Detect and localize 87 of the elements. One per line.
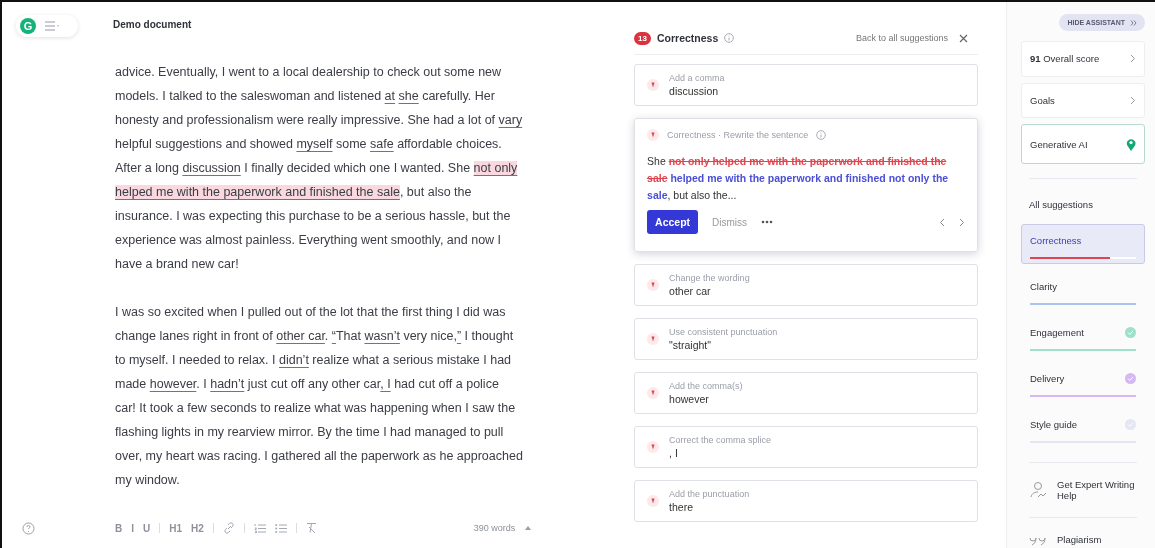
category-item[interactable]: Correctness [1021,224,1145,264]
panel-title: Correctness [657,32,719,44]
all-suggestions-link[interactable]: All suggestions [1021,193,1145,218]
document-title: Demo document [113,18,192,30]
alert-icon [647,333,660,345]
info-icon[interactable] [816,130,827,140]
alert-icon [647,495,660,507]
suggestion-card[interactable]: Use consistent punctuation "straight" [634,318,978,360]
text-line: advice. Eventually, I went to a local dealership to check out some new [115,64,503,81]
text-line: helped me with the paperwork and finished the sale, but also the [115,184,473,201]
text-line: made however. I hadn’t just cut off any other car, I had cut off a police [115,376,500,393]
suggestion-card[interactable]: Correctness · Rewrite the sentence She not only helped me with the paperwork and finished the sale helped me with the paperwork and finished not only the sale, but also the... Accept Dismiss [634,118,978,252]
sidebar-card[interactable]: Generative AI [1021,124,1145,164]
category-item[interactable]: Delivery [1021,362,1145,402]
suggestion-text: there [669,501,694,513]
suggestion-label: Change the wording [669,273,750,283]
suggestion-card[interactable]: Change the wording other car [634,264,978,306]
alert-icon [647,441,660,453]
next-icon[interactable] [959,217,965,227]
text-line: After a long discussion I finally decided which one I wanted. She not only [115,160,519,177]
text-line: have a brand new car! [115,256,240,273]
suggestion-label: Correct the comma splice [669,435,772,445]
text-line: flashing lights in my rearview mirror. By the time I had managed to pull [115,424,505,441]
category-item[interactable]: Clarity [1021,270,1145,310]
suggestion-text: discussion [669,85,720,97]
chevron-icon [1130,96,1136,106]
text-line: change lanes right in front of other car. “That wasn’t very nice,” I thought [115,328,515,345]
suggestion-text: however [669,393,710,405]
suggestion-card[interactable]: Add a comma discussion [634,64,978,106]
menu-icon[interactable] [44,20,60,32]
suggestion-label: Add the comma(s) [669,381,743,391]
rewrite-preview: She not only helped me with the paperwork and finished the sale helped me with the paperwork and finished not only the sale, but also the... [647,154,950,203]
help-icon[interactable] [22,521,35,535]
alert-icon [647,79,660,91]
text-line: to myself. I needed to relax. I didn’t realize what a serious mistake I had [115,352,513,369]
alert-icon [647,279,660,291]
text-line: helpful suggestions and showed myself some safe affordable choices. [115,136,503,153]
suggestion-label: Add the punctuation [669,489,750,499]
category-name: Correctness [1030,235,1082,247]
card-label: Generative AI [1030,138,1088,150]
card-label: Goals [1030,95,1055,107]
numbered-list-icon[interactable] [253,522,266,534]
close-icon[interactable] [959,33,968,43]
alert-icon [647,387,660,399]
back-link[interactable]: Back to all suggestions [855,33,948,43]
text-line: experience was almost painless. Everything went smoothly, and now I [115,232,503,249]
caret-icon[interactable] [525,526,532,530]
chevron-icon [1130,54,1136,64]
category-name: Style guide [1030,419,1077,431]
double-chevron-icon [1130,20,1137,27]
card-label: 91 Overall score [1030,53,1100,65]
suggestion-text: "straight" [669,339,712,351]
sidebar-card[interactable]: Goals [1021,82,1145,119]
sidebar-card[interactable]: 91 Overall score [1021,41,1145,77]
suggestion-card[interactable]: Add the punctuation there [634,480,978,522]
more-icon[interactable] [761,220,774,224]
suggestion-text: other car [669,285,712,297]
suggestion-card[interactable]: Correct the comma splice , I [634,426,978,468]
text-line: honesty and professionalism were really impressive. She had a lot of vary [115,112,524,129]
suggestion-label: Correctness · Rewrite the sentence [667,130,809,140]
category-item[interactable]: Engagement [1021,316,1145,356]
suggestion-label: Add a comma [669,73,725,83]
suggestion-card[interactable]: Add the comma(s) however [634,372,978,414]
count-badge: 13 [634,31,651,45]
previous-icon[interactable] [939,217,945,227]
bullet-list-icon[interactable] [274,522,287,534]
plagiarism-link[interactable]: Plagiarism [1057,534,1137,546]
pin-icon [1126,137,1136,151]
category-item[interactable]: Style guide [1021,408,1145,448]
accept-button[interactable]: Accept [647,210,699,234]
alert-icon [647,129,660,141]
category-name: Engagement [1030,327,1084,339]
person-icon [1029,481,1047,499]
info-icon[interactable] [724,33,735,43]
suggestion-label: Use consistent punctuation [669,327,778,337]
text-line: insurance. I was expecting this purchase to be a serious hassle, but the [115,208,512,225]
suggestion-text: , I [669,447,679,459]
category-name: Delivery [1030,373,1065,385]
link-icon[interactable] [222,522,235,534]
text-line: models. I talked to the saleswoman and listened at she carefully. Her [115,88,496,105]
clear-format-icon[interactable] [305,522,318,534]
category-name: Clarity [1030,281,1057,293]
text-line: I was so excited when I pulled out of the lot that the first thing I did was [115,304,507,321]
text-line: my window. [115,472,181,489]
text-line: over, my heart was racing. I gathered all the paperwork as he approached [115,448,524,465]
text-line: car! It took a few seconds to realize what was happening when I saw the [115,400,517,417]
expert-help-link[interactable]: Get Expert Writing Help [1057,479,1137,501]
